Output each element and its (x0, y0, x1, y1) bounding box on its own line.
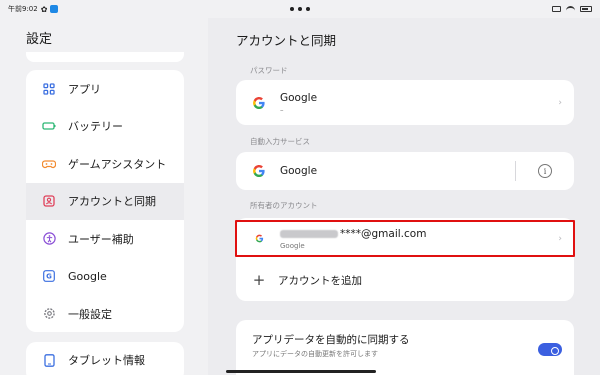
sidebar-item-label: ゲームアシスタント (68, 157, 167, 171)
account-email: ****@gmail.com (340, 227, 427, 240)
auto-sync-row[interactable]: アプリデータを自動的に同期する アプリにデータの自動更新を許可します (236, 320, 574, 375)
sidebar-item-accessibility[interactable]: ユーザー補助 (26, 220, 184, 258)
gear-icon: ✿ (40, 4, 48, 14)
row-divider (515, 161, 516, 181)
battery-status-icon (580, 6, 592, 12)
password-provider-sub: – (280, 105, 284, 114)
redacted-email-prefix (280, 229, 338, 238)
accounts-card: ****@gmail.com Google › + アカウントを追加 (236, 218, 574, 301)
status-time: 午前9:02 (8, 5, 38, 13)
section-label-password: パスワード (250, 66, 288, 75)
sidebar-item-label: ユーザー補助 (68, 232, 134, 246)
auto-sync-title: アプリデータを自動的に同期する (252, 334, 410, 346)
sidebar-item-label: アカウントと同期 (68, 195, 156, 209)
google-logo-icon (252, 164, 266, 178)
account-provider: Google (280, 241, 305, 250)
svg-text:G: G (46, 273, 52, 281)
autofill-provider-label: Google (280, 165, 318, 177)
sidebar-item-game-assistant[interactable]: ゲームアシスタント (26, 145, 184, 183)
app-notification-icon (50, 5, 59, 13)
sidebar-item-battery[interactable]: バッテリー (26, 108, 184, 146)
status-bar: 午前9:02 ✿ (0, 0, 600, 18)
sim-icon (552, 6, 561, 12)
apps-grid-icon (42, 82, 56, 96)
gear-icon (42, 307, 56, 321)
settings-sidebar: アプリ バッテリー ゲームアシスタント アカウントと同期 ユーザー補助 G Go… (26, 70, 184, 332)
sidebar-item-accounts-sync[interactable]: アカウントと同期 (26, 182, 184, 220)
chevron-right-icon: › (558, 233, 562, 244)
settings-title: 設定 (26, 32, 53, 47)
multitask-dots-icon[interactable] (290, 7, 310, 11)
sidebar-item-label: 一般設定 (68, 307, 112, 321)
accessibility-icon (42, 232, 56, 246)
sidebar-item-label: アプリ (68, 82, 101, 96)
wifi-icon (566, 5, 575, 13)
sidebar-item-label: Google (68, 269, 107, 283)
sidebar-item-label: バッテリー (68, 120, 123, 134)
section-label-owner-accounts: 所有者のアカウント (250, 201, 318, 210)
sidebar-item-google[interactable]: G Google (26, 258, 184, 296)
page-title: アカウントと同期 (236, 33, 337, 48)
google-logo-icon (252, 96, 266, 110)
sidebar-scroll-edge (26, 52, 184, 62)
chevron-right-icon: › (558, 97, 562, 108)
battery-icon (42, 119, 56, 133)
add-account-label: アカウントを追加 (278, 274, 362, 287)
password-google-row[interactable]: Google – › (236, 80, 574, 125)
info-icon[interactable]: i (538, 164, 552, 178)
auto-sync-sub: アプリにデータの自動更新を許可します (252, 350, 378, 358)
sidebar-item-tablet-info[interactable]: タブレット情報 (26, 342, 184, 375)
gamepad-icon (42, 157, 56, 171)
password-provider-title: Google (280, 91, 318, 104)
google-icon: G (42, 269, 56, 283)
auto-sync-toggle[interactable] (538, 343, 562, 356)
google-logo-icon (252, 232, 266, 246)
sidebar-item-label: タブレット情報 (68, 354, 145, 367)
settings-sidebar-group-2: タブレット情報 (26, 342, 184, 375)
sidebar-item-apps[interactable]: アプリ (26, 70, 184, 108)
home-indicator[interactable] (226, 370, 376, 373)
section-label-autofill: 自動入力サービス (250, 137, 310, 146)
autofill-card: Google i (236, 152, 574, 190)
google-account-row[interactable]: ****@gmail.com Google › (236, 218, 574, 259)
tablet-icon (42, 353, 56, 367)
account-icon (42, 194, 56, 208)
password-card: Google – › (236, 80, 574, 125)
plus-icon: + (252, 271, 266, 289)
sync-card: アプリデータを自動的に同期する アプリにデータの自動更新を許可します (236, 320, 574, 375)
sidebar-item-general-settings[interactable]: 一般設定 (26, 295, 184, 332)
autofill-google-row[interactable]: Google i (236, 152, 574, 190)
add-account-row[interactable]: + アカウントを追加 (236, 259, 574, 301)
